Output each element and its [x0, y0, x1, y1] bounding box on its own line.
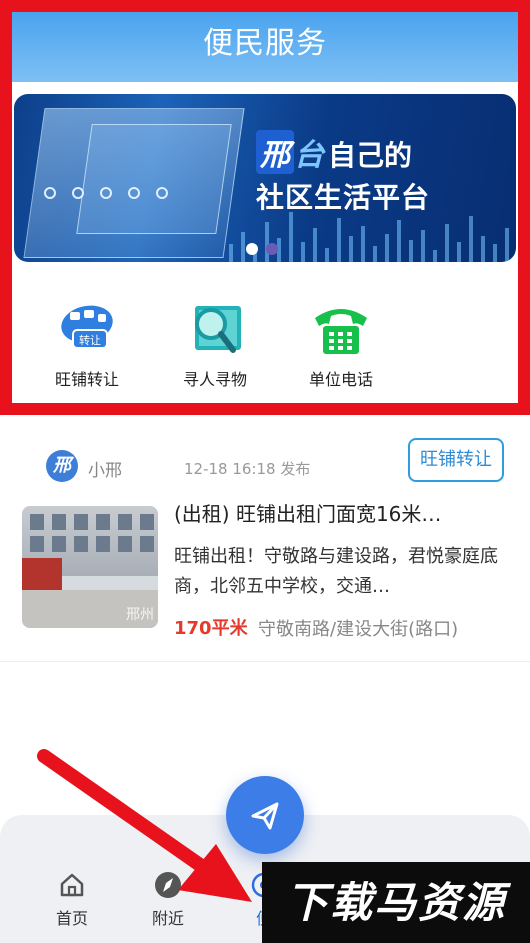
banner-decor-bar	[457, 242, 461, 262]
banner-decor-bar	[325, 248, 329, 262]
banner-decor-bar	[241, 232, 245, 262]
banner-decor-bar	[445, 224, 449, 262]
banner-decor-bar	[229, 244, 233, 262]
banner-decor-bar	[493, 244, 497, 262]
quick-link-label: 旺铺转让	[54, 370, 119, 389]
post-location: 守敬南路/建设大街(路口)	[258, 619, 459, 640]
banner-line1-text: 自己的	[328, 139, 413, 172]
post-time: 12-18 16:18 发布	[184, 460, 311, 478]
shop-transfer-badge: 转让	[79, 333, 101, 347]
banner-decor-bar	[361, 226, 365, 262]
thumbnail-watermark: 邢州	[126, 607, 154, 623]
quick-link-unit-phone[interactable]: 单位电话	[286, 302, 396, 390]
shop-transfer-icon: 转让	[57, 302, 117, 358]
quick-link-label: 单位电话	[308, 370, 373, 389]
telephone-icon	[311, 302, 371, 358]
site-watermark: 下载马资源	[262, 862, 530, 943]
quick-links: 转让 旺铺转让 寻人寻物 单位电话	[12, 302, 518, 402]
banner-decor-bar	[301, 242, 305, 262]
page-title: 便民服务	[12, 12, 518, 82]
banner-decor-bar	[349, 236, 353, 262]
quick-link-lost-found[interactable]: 寻人寻物	[160, 302, 270, 390]
banner-brand-char-1: 邢	[256, 130, 294, 174]
post-title[interactable]: (出租) 旺铺出租门面宽16米…	[174, 498, 514, 527]
banner-headline: 邢台自己的 社区生活平台	[256, 130, 430, 216]
post-thumbnail[interactable]: 邢州	[22, 506, 158, 628]
banner-decor-dots	[44, 184, 184, 203]
banner-decor-bar	[397, 220, 401, 262]
service-card: 便民服务 邢台自己的 社区生活平台 转让 旺铺转让 寻人寻物 单位电话	[0, 0, 530, 415]
category-tag-button[interactable]: 旺铺转让	[408, 438, 504, 482]
post-description: 旺铺出租！守敬路与建设路，君悦豪庭底商，北邻五中学校，交通…	[174, 546, 498, 597]
banner-decor-bar	[337, 218, 341, 262]
banner-glass-panel-inner	[76, 124, 232, 234]
post-author: 小邢	[88, 461, 122, 481]
magnifier-search-icon	[185, 302, 245, 358]
banner-brand-char-2: 台	[294, 138, 324, 173]
banner-decor-bar	[481, 236, 485, 262]
avatar[interactable]: 邢	[46, 450, 78, 482]
pointer-arrow-icon	[37, 749, 252, 902]
post-area: 170平米	[174, 618, 248, 639]
banner-decor-bar	[289, 212, 293, 262]
banner-decor-bar	[433, 250, 437, 262]
carousel-dot-active[interactable]	[246, 243, 258, 255]
quick-link-label: 寻人寻物	[182, 370, 247, 389]
banner-line2-text: 社区生活平台	[256, 181, 431, 214]
banner-decor-bar	[385, 234, 389, 262]
banner-decor-bar	[313, 228, 317, 262]
carousel-dot[interactable]	[266, 243, 278, 255]
banner-decor-bar	[373, 246, 377, 262]
carousel-indicator	[246, 240, 286, 259]
banner-decor-bar	[409, 240, 413, 262]
banner-decor-bar	[505, 228, 509, 262]
post-card[interactable]: 邢 小邢 12-18 16:18 发布 旺铺转让 邢州 (出租) 旺铺出租门面宽…	[0, 430, 530, 662]
banner-decor-bar	[421, 230, 425, 262]
quick-link-shop-transfer[interactable]: 转让 旺铺转让	[32, 302, 142, 390]
banner-carousel[interactable]: 邢台自己的 社区生活平台	[14, 94, 516, 262]
banner-decor-bar	[469, 216, 473, 262]
